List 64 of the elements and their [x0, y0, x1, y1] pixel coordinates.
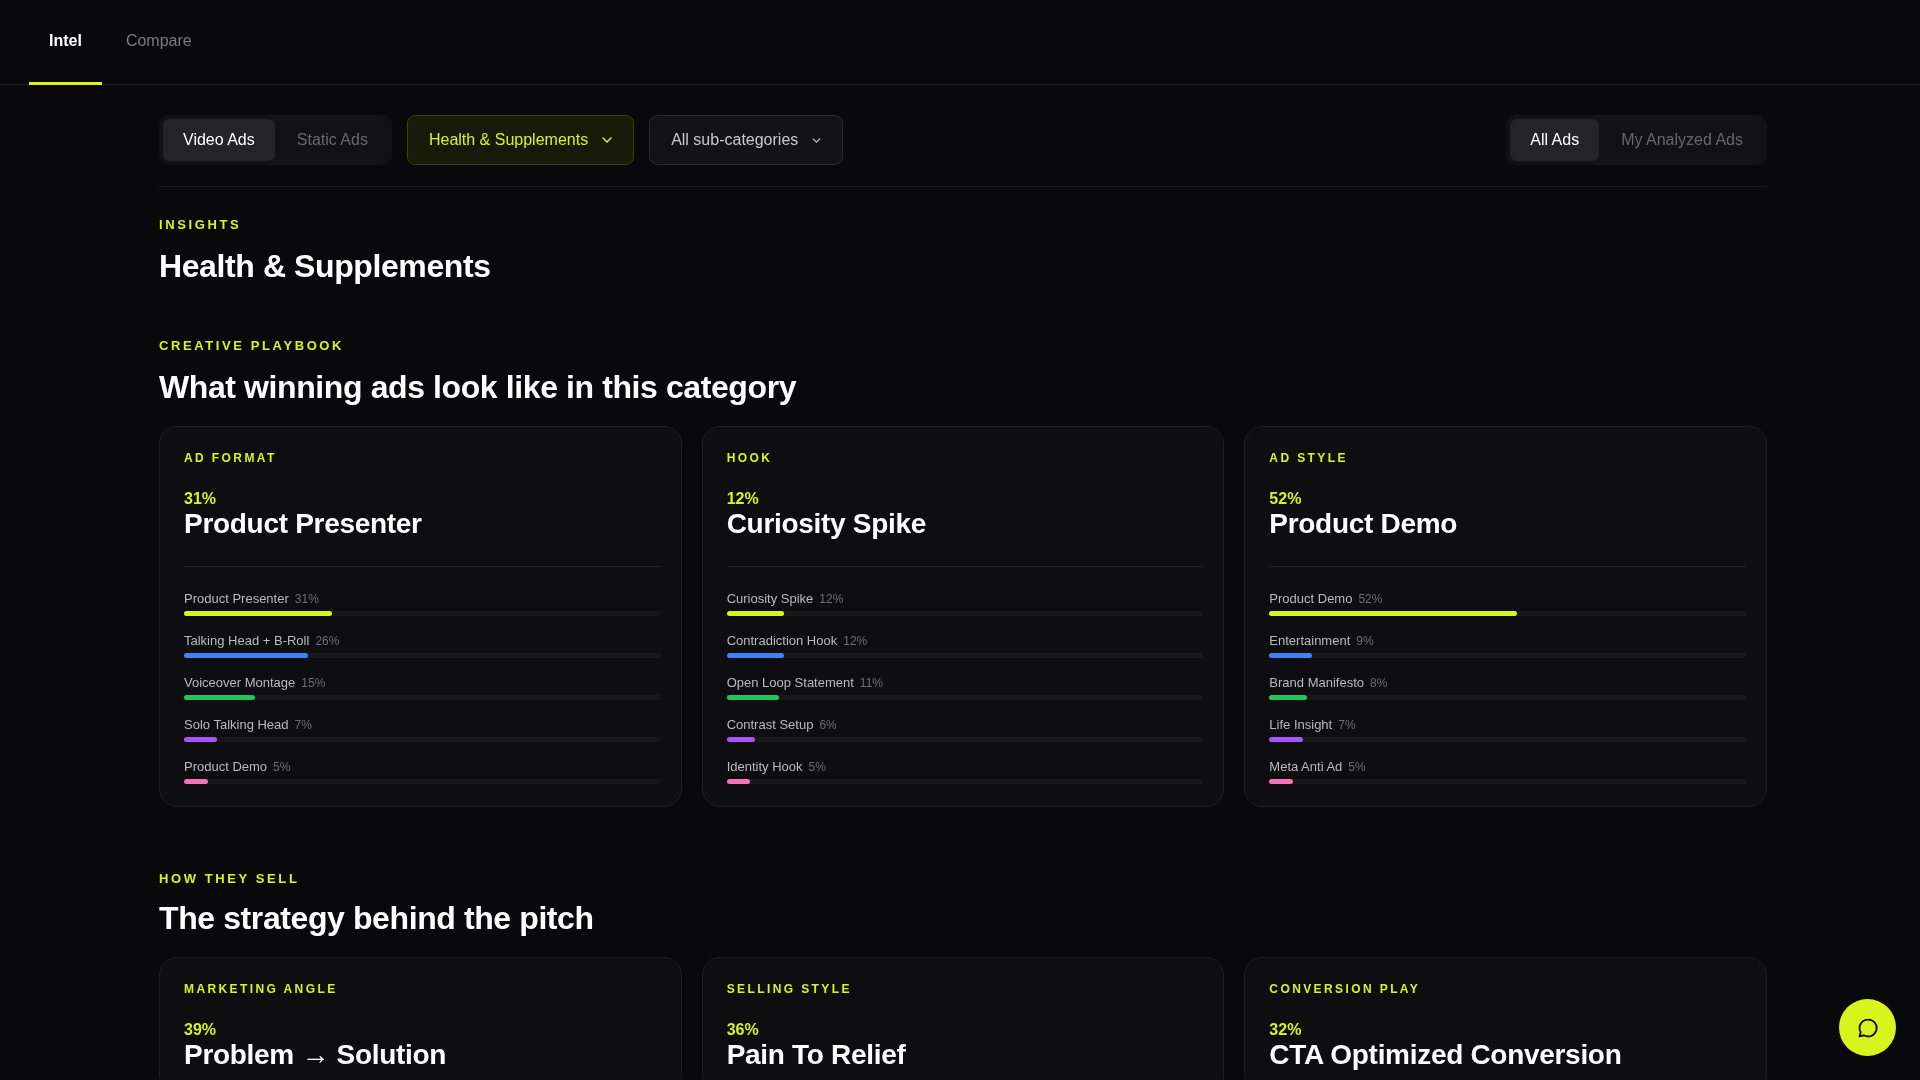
row-label: Life Insight [1269, 717, 1333, 733]
section-label: CREATIVE PLAYBOOK [159, 338, 346, 354]
card-label: SELLING STYLE [726, 982, 853, 997]
card-title: Pain To Relief [726, 1040, 907, 1070]
card-title: Curiosity Spike [726, 509, 927, 539]
section-label: HOW THEY SELL [159, 871, 301, 887]
row-percent: 6% [819, 717, 837, 733]
row-label: Contrast Setup [726, 717, 814, 733]
row-percent: 12% [843, 633, 868, 649]
row-percent: 31% [294, 591, 319, 607]
nav-tab[interactable]: Compare [105, 0, 212, 85]
chat-icon [1856, 1016, 1879, 1039]
row-percent: 5% [273, 759, 291, 775]
page-heading: Health & Supplements [159, 247, 492, 285]
row-label: Product Demo [1269, 591, 1353, 607]
card-title: Product Demo [1269, 509, 1459, 539]
card-title: CTA Optimized Conversion [1269, 1040, 1623, 1070]
row-percent: 26% [315, 633, 340, 649]
chat-button[interactable] [1839, 999, 1896, 1056]
subcategory-dropdown[interactable]: All sub-categories [649, 115, 844, 165]
row-label: Entertainment [1269, 633, 1351, 649]
row-label: Contradiction Hook [726, 633, 838, 649]
row-percent: 52% [1358, 591, 1383, 607]
card-label: AD STYLE [1269, 451, 1349, 466]
section-label: INSIGHTS [159, 217, 243, 233]
section-heading: The strategy behind the pitch [159, 899, 595, 937]
row-percent: 11% [859, 675, 883, 691]
share-value: 39% [184, 1020, 218, 1040]
row-percent: 5% [808, 759, 826, 775]
row-percent: 5% [1348, 759, 1366, 775]
row-label: Identity Hook [726, 759, 803, 775]
card-label: MARKETING ANGLE [184, 982, 339, 997]
row-label: Talking Head + B-Roll [184, 633, 310, 649]
nav-tab[interactable]: Intel [29, 0, 102, 85]
card-label: HOOK [726, 451, 774, 466]
toggle-button[interactable]: All Ads [1510, 119, 1600, 161]
row-percent: 12% [819, 591, 844, 607]
share-value: 32% [1269, 1020, 1303, 1040]
card-label: CONVERSION PLAY [1269, 982, 1422, 997]
toggle-button[interactable]: Video Ads [163, 119, 275, 161]
row-percent: 7% [294, 717, 312, 733]
row-label: Meta Anti Ad [1269, 759, 1343, 775]
category-dropdown[interactable]: Health & Supplements [406, 115, 635, 165]
row-percent: 7% [1338, 717, 1356, 733]
share-value: 52% [1269, 489, 1303, 509]
row-percent: 9% [1356, 633, 1374, 649]
chevron-down-icon [812, 137, 822, 143]
row-label: Product Demo [184, 759, 268, 775]
row-percent: 8% [1370, 675, 1388, 691]
share-value: 31% [184, 489, 218, 509]
row-label: Voiceover Montage [184, 675, 296, 691]
chevron-down-icon [602, 137, 613, 143]
row-label: Product Presenter [184, 591, 289, 607]
section-heading: What winning ads look like in this category [159, 368, 798, 406]
share-value: 12% [726, 489, 760, 509]
row-percent: 15% [301, 675, 326, 691]
card-label: AD FORMAT [184, 451, 278, 466]
share-value: 36% [726, 1020, 760, 1040]
row-label: Open Loop Statement [726, 675, 854, 691]
row-label: Curiosity Spike [726, 591, 814, 607]
card-title: Product Presenter [184, 509, 423, 539]
row-label: Brand Manifesto [1269, 675, 1364, 691]
row-label: Solo Talking Head [184, 717, 289, 733]
card-title: Problem → Solution [184, 1040, 448, 1070]
